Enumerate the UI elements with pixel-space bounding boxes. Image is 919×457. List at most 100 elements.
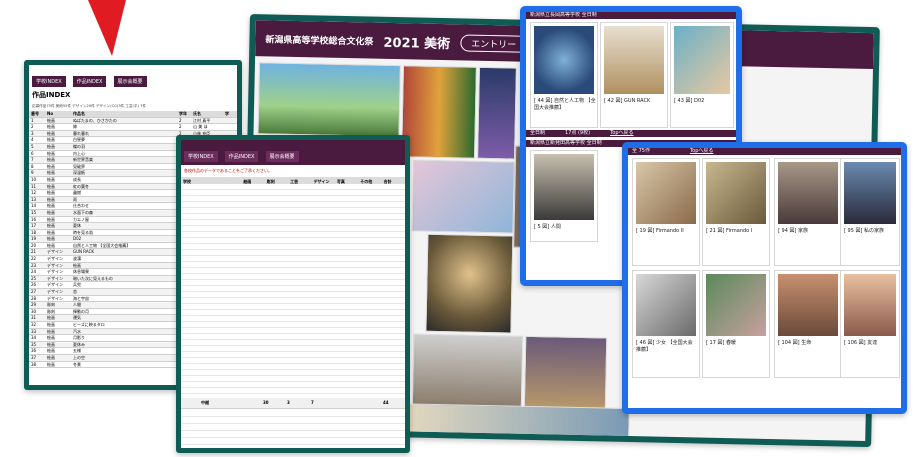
- table-cell: 23: [31, 262, 37, 268]
- artwork-caption: [ 106 図] 友達: [844, 340, 878, 346]
- table-cell: 2: [179, 124, 182, 130]
- table-cell: 18: [31, 229, 37, 235]
- artwork-card[interactable]: [ 21 図] Firmando I: [702, 158, 770, 266]
- artwork-thumbnail[interactable]: [477, 66, 517, 160]
- count-label: 全日制: [530, 130, 546, 136]
- artwork-card[interactable]: [ 94 図] 家族: [774, 158, 842, 266]
- artwork-card[interactable]: [ 44 図] 自然と人工物 【全国大会推薦】: [530, 22, 598, 128]
- table-cell: 絵画: [47, 143, 55, 149]
- artwork-card[interactable]: [ 17 図] 春暖: [702, 270, 770, 378]
- artwork-thumbnail[interactable]: [377, 402, 630, 441]
- table-cell: 絵画: [47, 183, 55, 189]
- artwork-caption: [ 5 図] 人間: [534, 224, 561, 230]
- artwork-caption: [ 44 図] 自然と人工物 【全国大会推薦】: [534, 98, 596, 111]
- entry-button[interactable]: エントリー: [460, 33, 528, 53]
- col-header: 氏名: [193, 111, 201, 116]
- artwork-card[interactable]: [ 5 図] 人間: [530, 150, 598, 242]
- artwork-card[interactable]: [ 95 図] 私の家族: [840, 158, 900, 266]
- table-cell: 2: [179, 117, 182, 123]
- artwork-thumbnail[interactable]: [411, 159, 515, 234]
- artwork-image: [534, 26, 594, 94]
- school-table-page: 学校INDEX 作品INDEX 展示会概要 各校作品のデータであることをご了承く…: [176, 135, 410, 453]
- tab-work-index[interactable]: 作品INDEX: [224, 151, 259, 162]
- table-cell: 絵画: [47, 157, 55, 163]
- tab-school-index[interactable]: 学校INDEX: [184, 151, 218, 162]
- table-cell: デザイン: [47, 289, 63, 295]
- tab-exhibition-overview[interactable]: 展示会概要: [265, 151, 299, 162]
- artwork-thumbnail[interactable]: [425, 233, 514, 334]
- artwork-image: [706, 274, 766, 336]
- table-row: 1 絵画 ぬばたまの、ひさかたの 2 江村 真平: [29, 117, 237, 125]
- table-cell: 白昼夢: [73, 137, 85, 143]
- index-summary: 応募作品75件 美術55件 デザイン20件 デザイン(CG)3件 工芸(平) 7…: [32, 104, 146, 108]
- cell: [357, 398, 381, 408]
- table-cell: 絵画: [47, 163, 55, 169]
- table-cell: 冬景: [73, 361, 81, 367]
- artwork-image: [534, 154, 594, 220]
- artwork-thumbnail[interactable]: [257, 62, 401, 138]
- tab-work-index[interactable]: 作品INDEX: [72, 76, 107, 87]
- table-cell: 彫刻: [47, 302, 55, 308]
- artwork-caption: [ 43 図] D02: [674, 98, 705, 104]
- table-cell: 人間: [73, 302, 81, 308]
- artwork-card[interactable]: [ 104 図] 生命: [774, 270, 842, 378]
- tab-school-index[interactable]: 学校INDEX: [32, 76, 66, 87]
- table-cell: 蝶の羽: [73, 143, 85, 149]
- table-cell: 時を見る翁: [73, 229, 93, 235]
- artwork-card[interactable]: [ 42 図] GUN RACK: [600, 22, 668, 128]
- artwork-card[interactable]: [ 19 図] Firmando II: [632, 158, 700, 266]
- artwork-image: [636, 162, 696, 224]
- tab-exhibition-overview[interactable]: 展示会概要: [113, 76, 147, 87]
- table-cell: 35: [31, 341, 37, 347]
- table-cell: 絵画: [47, 117, 55, 123]
- table-cell: 4: [31, 137, 34, 143]
- table-cell: 成長: [73, 176, 81, 182]
- table-cell: 蟲燃: [73, 190, 81, 196]
- back-to-top-link[interactable]: Topへ戻る: [690, 148, 713, 155]
- table-note: 各校作品のデータであることをご了承ください。: [184, 168, 272, 173]
- artwork-caption: [ 21 図] Firmando I: [706, 228, 753, 234]
- cell: 30: [263, 400, 269, 405]
- table-cell: 36: [31, 348, 37, 354]
- artwork-card[interactable]: [ 46 図] 少女 【全国大会推薦】: [632, 270, 700, 378]
- artwork-thumbnail[interactable]: [523, 335, 608, 412]
- table-cell: 絵画: [47, 361, 55, 367]
- table-cell: ビーズに映るタロ: [73, 322, 105, 327]
- table-cell: 絵画: [47, 150, 55, 156]
- table-cell: 25: [31, 275, 37, 281]
- table-cell: 夏休み: [73, 341, 85, 347]
- top-bar: 全 75作 Topへ戻る: [628, 148, 901, 155]
- artwork-image: [844, 162, 896, 224]
- table-cell: 絵画: [73, 262, 81, 268]
- table-cell: デザイン: [47, 275, 63, 281]
- table-cell: 嫁: [73, 124, 77, 130]
- artwork-caption: [ 46 図] 少女 【全国大会推薦】: [636, 340, 693, 353]
- artwork-card[interactable]: [ 106 図] 友達: [840, 270, 900, 378]
- table-cell: 絵画: [47, 354, 55, 360]
- artwork-image: [706, 162, 766, 224]
- artwork-card[interactable]: [ 43 図] D02: [670, 22, 734, 128]
- cell: 中越: [201, 400, 209, 405]
- school-gallery-window-2: 全 75作 Topへ戻る [ 19 図] Firmando II [ 21 図] …: [622, 142, 907, 414]
- cell: [333, 398, 357, 408]
- table-cell: 3: [31, 130, 34, 136]
- table-cell: 新世界音楽: [73, 157, 93, 163]
- table-cell: デザイン: [47, 269, 63, 275]
- artwork-caption: [ 104 図] 生命: [778, 340, 812, 346]
- table-row: 2 絵画 嫁 2 山 美 ほ: [29, 124, 237, 131]
- table-cell: 21: [31, 249, 37, 255]
- table-cell: 上の空: [73, 354, 85, 360]
- table-cell: 絵画: [47, 176, 55, 182]
- table-cell: 絵画: [47, 170, 55, 176]
- table-cell: 29: [31, 302, 37, 308]
- artwork-thumbnail[interactable]: [401, 65, 477, 159]
- table-cell: 絵画: [47, 124, 55, 130]
- table-cell: 絵画: [47, 196, 55, 202]
- artwork-thumbnail[interactable]: [411, 333, 524, 410]
- count-value: 17点 (9校): [565, 130, 591, 136]
- table-cell: 6: [31, 150, 34, 156]
- table-cell: デザイン: [47, 249, 63, 255]
- back-to-top-link[interactable]: Topへ戻る: [610, 130, 633, 137]
- table-cell: 32: [31, 322, 37, 327]
- artwork-image: [844, 274, 896, 336]
